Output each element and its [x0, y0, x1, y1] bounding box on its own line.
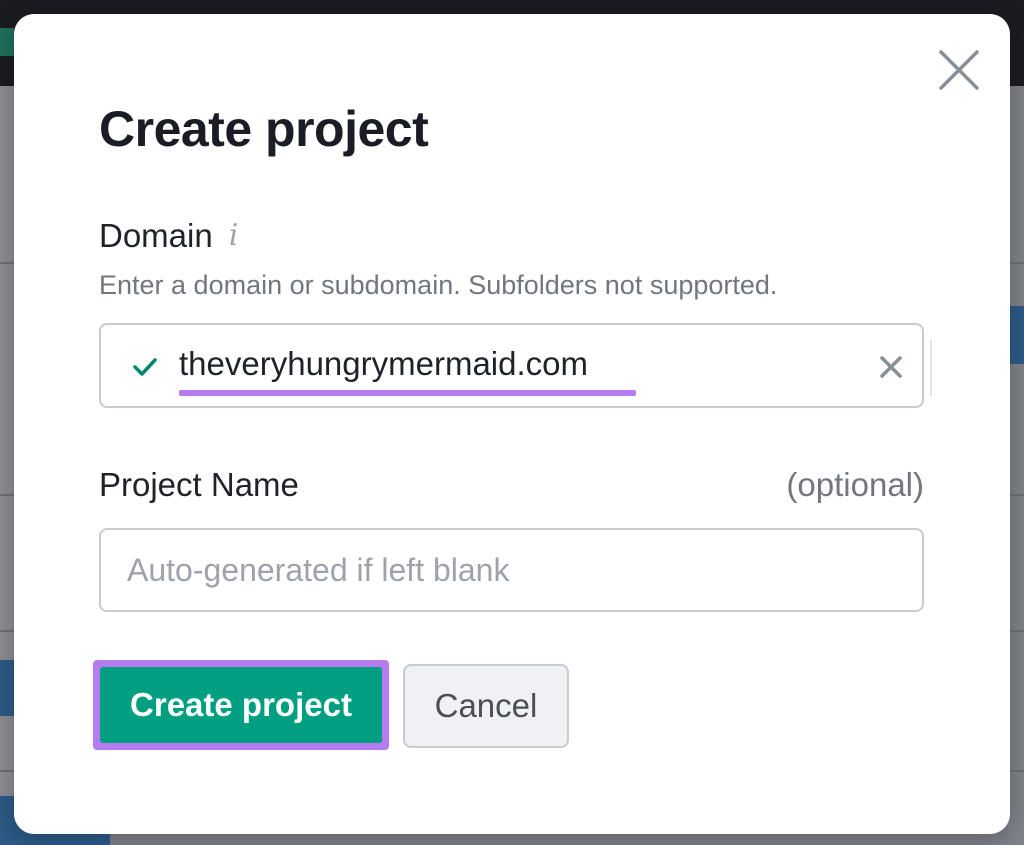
domain-value[interactable]: theveryhungrymermaid.com	[179, 345, 588, 383]
close-icon	[939, 50, 979, 90]
cancel-button[interactable]: Cancel	[403, 664, 569, 748]
clear-icon[interactable]	[877, 353, 905, 381]
create-project-dialog: Create project Domain i Enter a domain o…	[14, 14, 1010, 834]
domain-label: Domain	[99, 217, 213, 254]
input-divider	[930, 340, 932, 396]
domain-highlight-underline	[179, 390, 636, 396]
create-project-button[interactable]: Create project	[100, 667, 382, 743]
project-name-input[interactable]	[99, 528, 924, 612]
close-button[interactable]	[937, 48, 981, 92]
background-button	[1010, 306, 1024, 364]
project-name-label-row: Project Name (optional)	[99, 466, 924, 504]
domain-hint: Enter a domain or subdomain. Subfolders …	[99, 270, 778, 300]
info-icon[interactable]: i	[229, 221, 239, 251]
background-right-panel	[1008, 86, 1024, 845]
background-logo-chip	[0, 28, 14, 56]
check-icon	[131, 353, 159, 381]
domain-input[interactable]: theveryhungrymermaid.com	[99, 323, 924, 408]
project-name-label: Project Name	[99, 466, 299, 503]
domain-label-row: Domain i	[99, 217, 238, 255]
optional-label: (optional)	[786, 466, 924, 503]
background-button	[0, 660, 14, 716]
dialog-title: Create project	[99, 101, 429, 157]
